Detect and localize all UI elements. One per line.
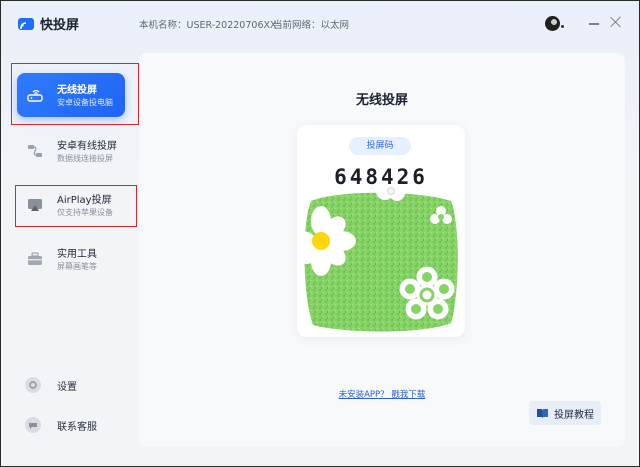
book-icon [537, 408, 548, 418]
usb-cable-icon [27, 143, 43, 159]
support-label: 联系客服 [57, 421, 97, 433]
download-app-link[interactable]: 未安装APP？ 戳我下载 [139, 388, 625, 400]
app-window: 快投屏 本机名称：USER-20220706XX 当前网络：以太网 无线投屏 安… [0, 0, 640, 467]
avatar-status-dot [561, 25, 564, 28]
cast-logo-icon [17, 15, 35, 33]
close-icon[interactable] [610, 16, 622, 28]
network-status: 当前网络：以太网 [273, 20, 350, 31]
app-logo: 快投屏 [17, 14, 79, 33]
cast-code: 648426 [334, 165, 428, 189]
sidebar-item-subtitle: 屏幕画笔等 [57, 262, 97, 271]
sidebar-item-title: 实用工具 [57, 249, 97, 260]
cast-code-label: 投屏码 [349, 137, 411, 155]
minimize-icon[interactable] [589, 23, 599, 25]
main-panel: 无线投屏 投屏码 648426 未安装APP？ 戳我下载 投屏教程 [139, 53, 625, 447]
tutorial-label: 投屏教程 [554, 409, 594, 421]
settings-label: 设置 [57, 381, 77, 393]
title-bar: 快投屏 本机名称：USER-20220706XX 当前网络：以太网 [1, 1, 640, 47]
sidebar-item-title: 安卓有线投屏 [57, 141, 117, 152]
machine-name: 本机名称：USER-20220706XX [139, 20, 277, 31]
annotation-box-wireless [11, 63, 139, 125]
toolbox-icon [27, 251, 43, 267]
settings-button[interactable]: 设置 [25, 377, 77, 393]
annotation-box-airplay [15, 185, 137, 227]
tutorial-button[interactable]: 投屏教程 [529, 401, 601, 425]
gear-icon [25, 377, 41, 393]
sidebar-item-tools[interactable]: 实用工具 屏幕画笔等 [17, 237, 125, 281]
chat-icon [25, 417, 41, 433]
avatar[interactable] [545, 16, 560, 31]
support-button[interactable]: 联系客服 [25, 417, 97, 433]
cast-code-card: 投屏码 648426 [297, 125, 465, 337]
sidebar-item-subtitle: 数据线连接投屏 [57, 154, 113, 163]
flower-qr-illustration [301, 187, 458, 332]
page-title: 无线投屏 [355, 93, 408, 108]
app-name: 快投屏 [40, 18, 80, 33]
sidebar-item-wired[interactable]: 安卓有线投屏 数据线连接投屏 [17, 129, 125, 173]
